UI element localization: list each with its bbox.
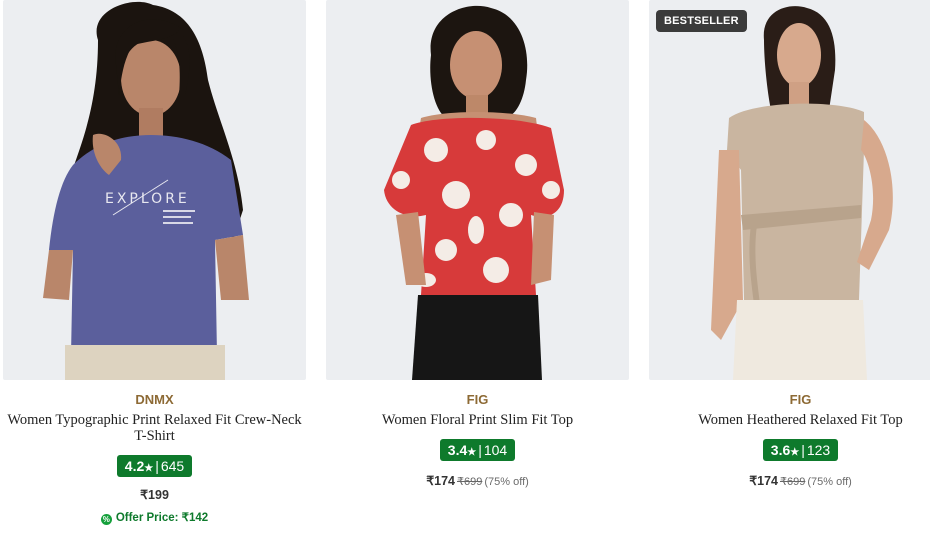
star-icon: ★ (144, 463, 154, 474)
product-discount: (75% off) (807, 476, 852, 488)
bestseller-badge: BESTSELLER (656, 10, 747, 32)
rating-value: 3.6 (770, 442, 791, 458)
price-row: ₹174 ₹699 (75% off) (649, 473, 930, 488)
rating-value: 4.2 (124, 458, 145, 474)
product-title[interactable]: Women Floral Print Slim Fit Top (326, 412, 629, 428)
product-brand: DNMX (135, 392, 174, 407)
product-discount: (75% off) (484, 476, 529, 488)
product-brand: FIG (466, 392, 489, 407)
rating-badge: 4.2★ | 645 (116, 455, 193, 477)
offer-price: Offer Price: ₹142 (115, 512, 209, 524)
rating-badge: 3.6★ | 123 (762, 439, 839, 461)
product-title[interactable]: Women Typographic Print Relaxed Fit Crew… (3, 412, 306, 444)
price-row: ₹199 (3, 487, 306, 502)
product-brand: FIG (789, 392, 812, 407)
star-icon: ★ (790, 447, 800, 458)
product-mrp: ₹699 (780, 476, 806, 488)
product-price: ₹174 (426, 474, 455, 488)
product-image[interactable]: BESTSELLER (649, 0, 930, 380)
product-price: ₹199 (140, 488, 169, 502)
product-card[interactable]: FIG Women Floral Print Slim Fit Top 3.4★… (326, 0, 629, 534)
product-card[interactable]: EXPLORE DNMX Women Typographic Print Rel… (3, 0, 306, 534)
offer-tag-icon: % (100, 514, 112, 525)
rating-count: 645 (160, 458, 185, 474)
price-row: ₹174 ₹699 (75% off) (326, 473, 629, 488)
rating-count: 104 (483, 442, 508, 458)
product-card[interactable]: BESTSELLER FIG Women Heathered Relaxed F… (649, 0, 930, 534)
product-price: ₹174 (749, 474, 778, 488)
product-image[interactable] (326, 0, 629, 380)
offer-price-row: % Offer Price: ₹142 (3, 510, 306, 525)
rating-badge: 3.4★ | 104 (439, 439, 516, 461)
product-image[interactable]: EXPLORE (3, 0, 306, 380)
product-title[interactable]: Women Heathered Relaxed Fit Top (649, 412, 930, 428)
rating-count: 123 (806, 442, 831, 458)
product-mrp: ₹699 (457, 476, 483, 488)
star-icon: ★ (467, 447, 477, 458)
rating-value: 3.4 (447, 442, 468, 458)
